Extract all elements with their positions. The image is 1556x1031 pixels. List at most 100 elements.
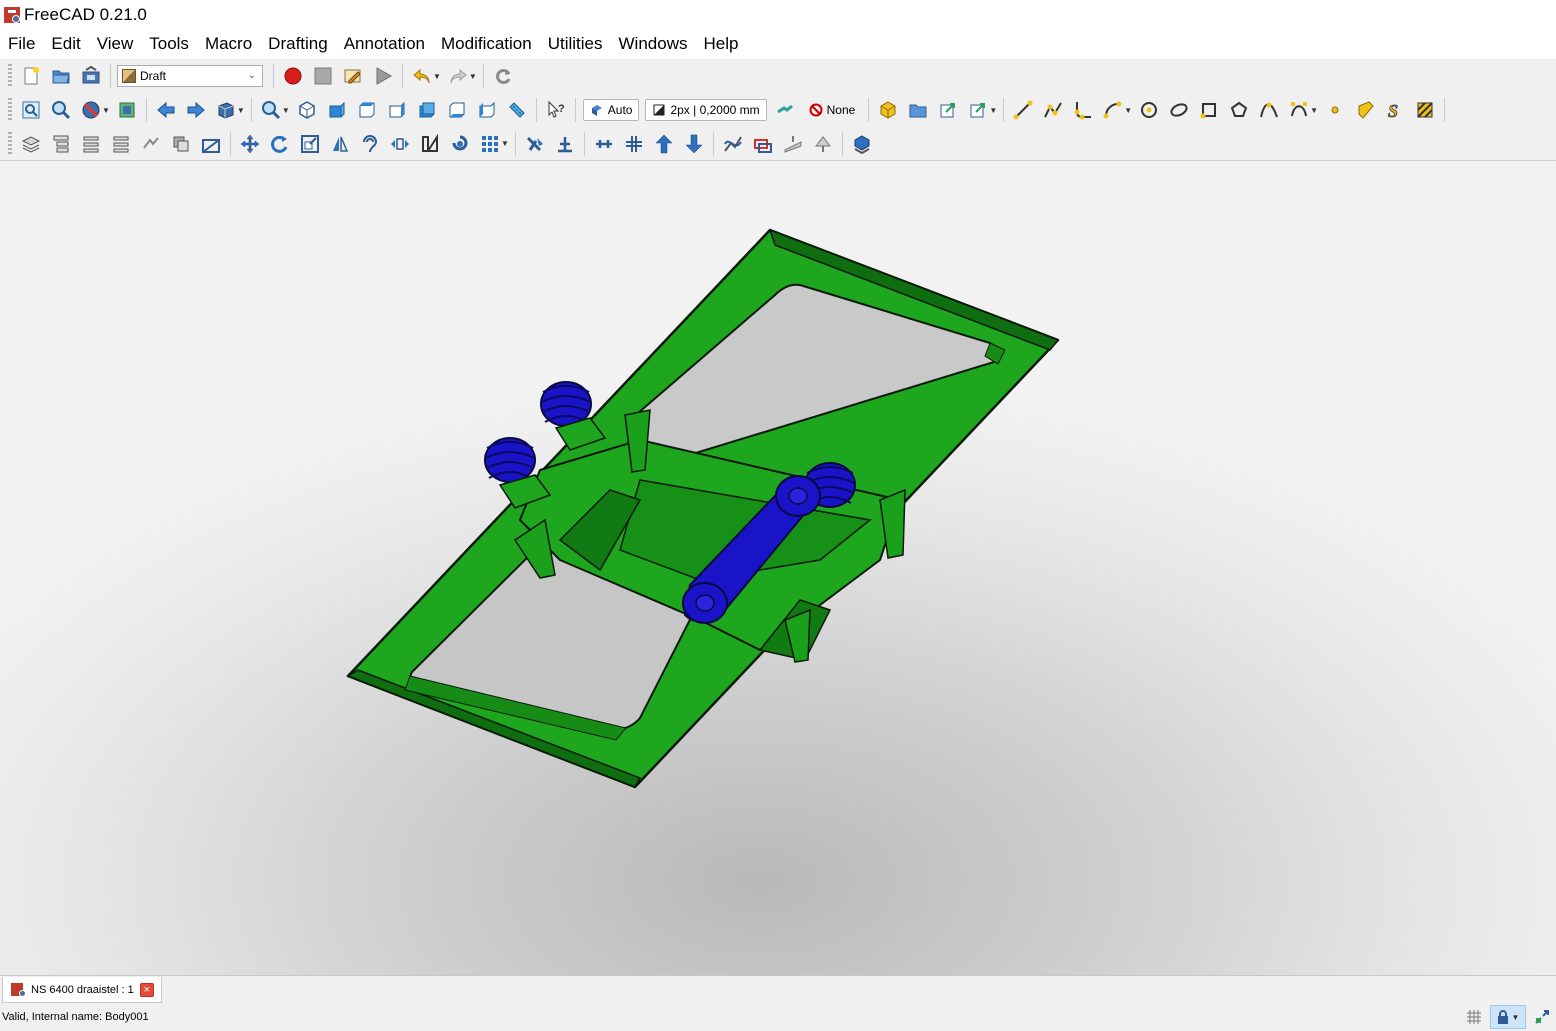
open-document-button[interactable] (47, 62, 75, 90)
macro-edit-button[interactable] (339, 62, 367, 90)
spring-left-front[interactable] (484, 437, 536, 483)
draft-upgrade-arrow-button[interactable] (650, 130, 678, 158)
draft-stretch-button[interactable] (386, 130, 414, 158)
create-link-button[interactable] (934, 96, 962, 124)
link-actions-button[interactable] (964, 96, 992, 124)
layer-manager-button[interactable] (17, 130, 45, 158)
draft-ellipse-button[interactable] (1165, 96, 1193, 124)
add-construction-button[interactable] (107, 130, 135, 158)
close-icon[interactable]: × (139, 982, 154, 997)
draft-fillet-button[interactable] (1069, 96, 1097, 124)
snap-lock-button[interactable]: ▼ (1490, 1005, 1526, 1029)
draft-draft-to-sketch-button[interactable] (749, 130, 777, 158)
view-top-button[interactable] (353, 96, 381, 124)
draft-trimex-button[interactable] (521, 130, 549, 158)
menu-annotation[interactable]: Annotation (336, 29, 433, 59)
draft-slope-button[interactable] (779, 130, 807, 158)
menu-edit[interactable]: Edit (43, 29, 88, 59)
view-rear-button[interactable] (413, 96, 441, 124)
draft-offset-button[interactable] (356, 130, 384, 158)
draft-wire-button[interactable] (1039, 96, 1067, 124)
draft-shapestring-button[interactable]: S (1381, 96, 1409, 124)
whats-this-button[interactable]: ? (542, 96, 570, 124)
draft-arc-button[interactable] (1099, 96, 1127, 124)
apply-style-button[interactable] (771, 96, 799, 124)
draft-join-button[interactable] (551, 130, 579, 158)
draft-shape2dview-button[interactable] (848, 130, 876, 158)
zoom-button[interactable] (257, 96, 285, 124)
workbench-selector[interactable]: Draft ⌄ (117, 65, 263, 87)
draw-style-button[interactable] (77, 96, 105, 124)
draft-cross-button[interactable] (620, 130, 648, 158)
draft-flip-dimension-button[interactable] (809, 130, 837, 158)
navigation-style-button[interactable] (1528, 1005, 1556, 1029)
view-isometric-button[interactable] (293, 96, 321, 124)
working-plane-proxy-button[interactable] (197, 130, 225, 158)
draft-bezier-button[interactable] (1285, 96, 1313, 124)
create-part-button[interactable] (874, 96, 902, 124)
view-forward-button[interactable] (182, 96, 210, 124)
view-front-button[interactable] (323, 96, 351, 124)
draft-scale-button[interactable] (296, 130, 324, 158)
toggle-display-button[interactable] (167, 130, 195, 158)
bogie-model[interactable] (0, 161, 1556, 975)
menu-drafting[interactable]: Drafting (260, 29, 336, 59)
draft-circle-button[interactable] (1135, 96, 1163, 124)
toolbar-grip[interactable] (8, 131, 12, 156)
save-document-button[interactable] (77, 62, 105, 90)
menu-modification[interactable]: Modification (433, 29, 540, 59)
macro-record-button[interactable] (279, 62, 307, 90)
draft-hatch-button[interactable] (1411, 96, 1439, 124)
draft-wire-to-bspline-button[interactable] (719, 130, 747, 158)
menu-help[interactable]: Help (695, 29, 746, 59)
draft-rectangle-button[interactable] (1195, 96, 1223, 124)
draft-facebinder-button[interactable] (1351, 96, 1379, 124)
undo-button[interactable] (408, 62, 436, 90)
draft-move-button[interactable] (236, 130, 264, 158)
menu-macro[interactable]: Macro (197, 29, 260, 59)
create-group-button[interactable] (904, 96, 932, 124)
draft-rotate-button[interactable] (266, 130, 294, 158)
draft-polygon-button[interactable] (1225, 96, 1253, 124)
draft-upgrade-button[interactable] (446, 130, 474, 158)
draft-line-button[interactable] (1009, 96, 1037, 124)
draft-mirror-button[interactable] (326, 130, 354, 158)
new-document-button[interactable] (17, 62, 45, 90)
draft-split-button[interactable] (590, 130, 618, 158)
snap-dropdown-icon[interactable]: ▼ (1512, 1013, 1520, 1022)
toolbar-grip[interactable] (8, 64, 12, 88)
document-tab[interactable]: NS 6400 draaistel : 1 × (2, 977, 162, 1003)
snap-mode-selector[interactable]: Auto (582, 99, 640, 121)
add-to-group-button[interactable] (47, 130, 75, 158)
view-right-button[interactable] (383, 96, 411, 124)
measure-distance-button[interactable] (503, 96, 531, 124)
menu-view[interactable]: View (89, 29, 142, 59)
macro-stop-button[interactable] (309, 62, 337, 90)
construction-group-selector[interactable]: None (803, 99, 862, 121)
view-menu-button[interactable] (212, 96, 240, 124)
view-back-button[interactable] (152, 96, 180, 124)
menu-utilities[interactable]: Utilities (540, 29, 611, 59)
draft-clone-button[interactable] (416, 130, 444, 158)
redo-button[interactable] (444, 62, 472, 90)
refresh-button[interactable] (489, 62, 517, 90)
macro-run-button[interactable] (369, 62, 397, 90)
draft-point-button[interactable] (1321, 96, 1349, 124)
bounding-box-button[interactable] (113, 96, 141, 124)
draft-bspline-button[interactable] (1255, 96, 1283, 124)
draft-array-button[interactable] (476, 130, 504, 158)
fit-all-button[interactable] (17, 96, 45, 124)
menu-file[interactable]: File (0, 29, 43, 59)
menu-windows[interactable]: Windows (611, 29, 696, 59)
line-style-selector[interactable]: 2px | 0,2000 mm (645, 99, 767, 121)
toggle-construction-button[interactable] (137, 130, 165, 158)
draft-downgrade-button[interactable] (680, 130, 708, 158)
fit-selection-button[interactable] (47, 96, 75, 124)
grid-toggle-button[interactable] (1460, 1005, 1488, 1029)
view-bottom-button[interactable] (443, 96, 471, 124)
view-left-button[interactable] (473, 96, 501, 124)
select-group-button[interactable] (77, 130, 105, 158)
toolbar-grip[interactable] (8, 98, 12, 122)
menu-tools[interactable]: Tools (141, 29, 197, 59)
3d-viewport[interactable] (0, 161, 1556, 975)
